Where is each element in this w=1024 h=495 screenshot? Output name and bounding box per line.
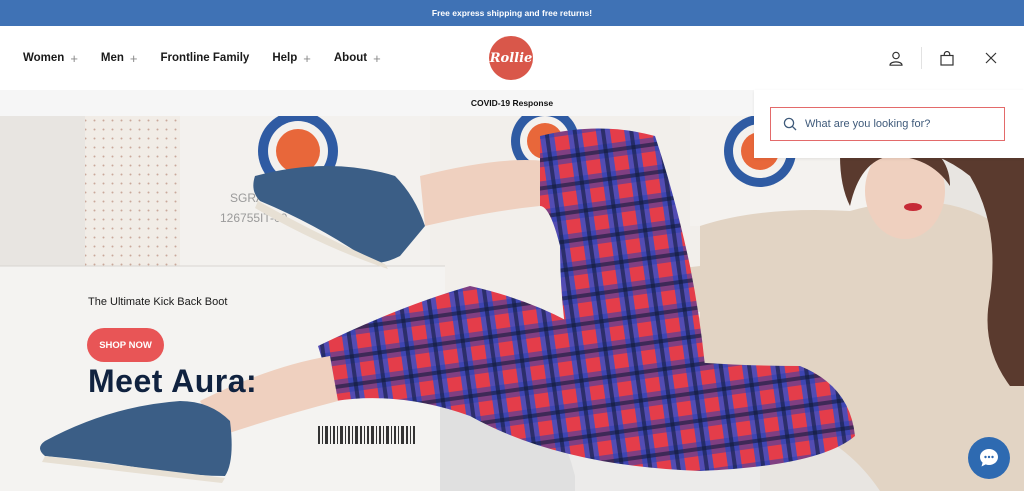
header-divider (921, 47, 922, 69)
header-actions (887, 26, 1000, 90)
covid-banner-text: COVID-19 Response (470, 98, 554, 108)
search-field[interactable] (770, 107, 1005, 141)
announcement-bar: Free express shipping and free returns! (0, 0, 1024, 26)
nav-item-label: Women (23, 52, 65, 64)
main-nav: Women + Men + Frontline Family Help + About… (0, 51, 404, 66)
chat-button[interactable] (968, 437, 1010, 479)
search-panel (754, 90, 1024, 158)
hero-title-wrap: Meet Aura: (88, 363, 257, 400)
nav-item-women[interactable]: Women + (23, 51, 78, 66)
nav-item-frontline-family[interactable]: Frontline Family (161, 52, 250, 64)
hero-title: Meet Aura: (88, 363, 258, 399)
nav-item-label: Frontline Family (160, 52, 250, 64)
account-icon[interactable] (887, 49, 905, 67)
nav-item-label: Help (272, 52, 298, 64)
chat-icon (980, 449, 998, 467)
logo-text: Rollie (489, 50, 533, 66)
search-input[interactable] (805, 118, 995, 130)
plus-icon: + (373, 50, 381, 66)
plus-icon: + (303, 50, 311, 66)
nav-item-men[interactable]: Men + (101, 51, 138, 66)
search-icon (783, 117, 797, 131)
brand-logo[interactable]: Rollie (489, 36, 533, 80)
close-icon[interactable] (982, 49, 1000, 67)
main-header: Women + Men + Frontline Family Help + About… (0, 26, 1024, 90)
hero-subtitle: The Ultimate Kick Back Boot (88, 296, 228, 308)
cart-icon[interactable] (938, 49, 956, 67)
plus-icon: + (129, 50, 138, 66)
nav-item-about[interactable]: About + (334, 51, 381, 66)
nav-item-label: Men (100, 52, 124, 64)
shop-now-button[interactable]: SHOP NOW (87, 328, 164, 362)
nav-item-help[interactable]: Help + (272, 51, 311, 66)
plus-icon: + (70, 50, 78, 66)
page-bottom-edge (0, 491, 1024, 495)
announcement-text: Free express shipping and free returns! (431, 8, 593, 18)
nav-item-label: About (333, 52, 368, 64)
